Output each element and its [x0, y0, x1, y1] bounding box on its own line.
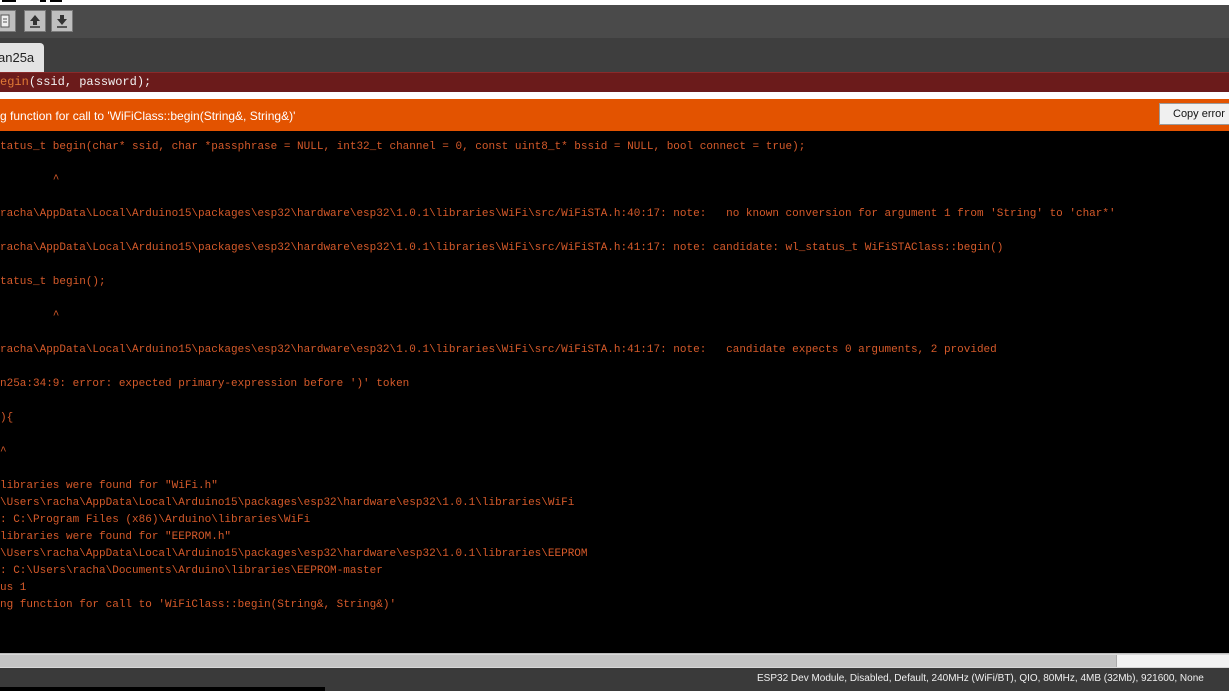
console-line: racha\AppData\Local\Arduino15\packages\e…: [0, 344, 997, 356]
status-bar: ESP32 Dev Module, Disabled, Default, 240…: [0, 668, 1229, 691]
scrollbar-thumb[interactable]: [0, 655, 1117, 667]
status-fragment: [0, 687, 325, 691]
arrow-up-icon: [28, 14, 42, 28]
toolbar: [0, 5, 1229, 39]
new-file-button[interactable]: [0, 10, 16, 32]
console-line: ng function for call to 'WiFiClass::begi…: [0, 599, 397, 611]
editor-highlighted-line[interactable]: egin(ssid, password);: [0, 72, 1229, 92]
console-line: tatus_t begin();: [0, 276, 106, 288]
console-line: libraries were found for "EEPROM.h": [0, 531, 232, 543]
console-output[interactable]: tatus_t begin(char* ssid, char *passphra…: [0, 131, 1229, 653]
console-line: ){: [0, 412, 14, 424]
console-line: ^: [0, 310, 60, 322]
board-info: ESP32 Dev Module, Disabled, Default, 240…: [757, 673, 1204, 684]
menu-fragment: [2, 0, 16, 2]
error-bar: g function for call to 'WiFiClass::begin…: [0, 99, 1229, 131]
console-line: n25a:34:9: error: expected primary-expre…: [0, 378, 410, 390]
copy-error-button[interactable]: Copy error: [1159, 103, 1229, 125]
console-line: ^: [0, 174, 60, 186]
editor-console-divider[interactable]: [0, 92, 1229, 99]
console-horizontal-scrollbar[interactable]: [0, 653, 1229, 668]
console-line: : C:\Users\racha\Documents\Arduino\libra…: [0, 565, 383, 577]
code-line: egin(ssid, password);: [0, 75, 151, 89]
console-line: us 1: [0, 582, 27, 594]
code-args: (ssid, password);: [28, 75, 152, 89]
scrollbar-track[interactable]: [1117, 655, 1229, 667]
console-line: racha\AppData\Local\Arduino15\packages\e…: [0, 208, 1116, 220]
menu-fragment: [40, 0, 46, 2]
console-line: : C:\Program Files (x86)\Arduino\librari…: [0, 514, 311, 526]
tab-label: an25a: [0, 50, 35, 65]
console-line: \Users\racha\AppData\Local\Arduino15\pac…: [0, 497, 575, 509]
new-file-icon: [0, 14, 12, 28]
console-line: libraries were found for "WiFi.h": [0, 480, 218, 492]
console-line: ^: [0, 446, 7, 458]
arduino-ide-window: an25a egin(ssid, password); g function f…: [0, 0, 1229, 691]
console-line: \Users\racha\AppData\Local\Arduino15\pac…: [0, 548, 588, 560]
tab-sketch[interactable]: an25a: [0, 43, 44, 72]
error-message: g function for call to 'WiFiClass::begin…: [0, 109, 296, 123]
code-keyword: egin: [0, 75, 29, 89]
arrow-down-icon: [55, 14, 69, 28]
save-button[interactable]: [51, 10, 73, 32]
console-line: tatus_t begin(char* ssid, char *passphra…: [0, 141, 806, 153]
menu-fragment: [50, 0, 62, 2]
console-line: racha\AppData\Local\Arduino15\packages\e…: [0, 242, 1004, 254]
tab-row: an25a: [0, 38, 1229, 72]
open-button[interactable]: [24, 10, 46, 32]
